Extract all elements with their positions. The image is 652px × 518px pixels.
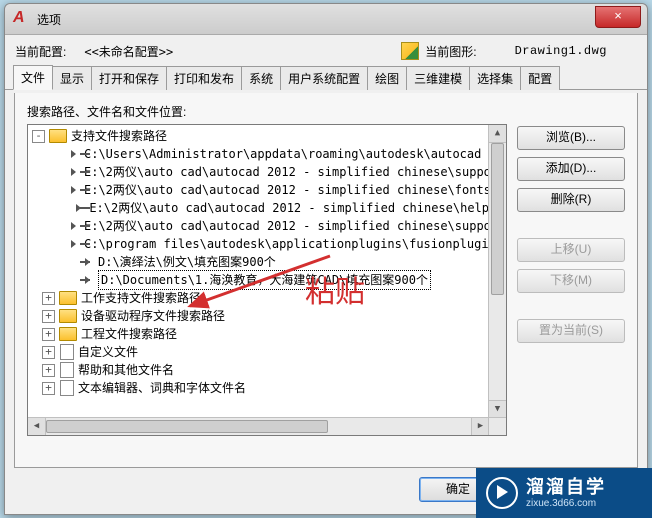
add-button[interactable]: 添加(D)...	[517, 157, 625, 181]
tab-strip: 文件 显示 打开和保存 打印和发布 系统 用户系统配置 绘图 三维建模 选择集 …	[5, 65, 647, 90]
tree-path-item[interactable]: E:\2两仪\auto cad\autocad 2012 - simplifie…	[30, 199, 489, 217]
paths-tree[interactable]: - 支持文件搜索路径 C:\Users\Administrator\appdat…	[27, 124, 507, 436]
folder-icon	[49, 129, 67, 143]
tree-label: C:\Users\Administrator\appdata\roaming\a…	[84, 145, 489, 163]
tree-node[interactable]: + 文本编辑器、词典和字体文件名	[30, 379, 489, 397]
expand-icon[interactable]: +	[42, 364, 55, 377]
app-icon: A	[13, 10, 31, 28]
scroll-down-icon[interactable]: ▼	[489, 400, 506, 418]
scroll-right-icon[interactable]: ▶	[471, 418, 489, 435]
expand-icon[interactable]: +	[42, 328, 55, 341]
tab-files[interactable]: 文件	[13, 65, 53, 90]
tree-label: D:\Documents\1.海涣教育，大海建筑CAD\填充图案900个	[98, 270, 431, 290]
browse-button[interactable]: 浏览(B)...	[517, 126, 625, 150]
expand-icon[interactable]: +	[42, 292, 55, 305]
tab-3d-modeling[interactable]: 三维建模	[406, 66, 470, 90]
close-button[interactable]: ×	[595, 6, 641, 28]
tree-node[interactable]: + 工程文件搜索路径	[30, 325, 489, 343]
tree-label: E:\2两仪\auto cad\autocad 2012 - simplifie…	[89, 199, 489, 217]
tab-open-save[interactable]: 打开和保存	[91, 66, 167, 90]
tab-panel-files: 搜索路径、文件名和文件位置: - 支持文件搜索路径 C:\Users\Admin…	[14, 93, 638, 468]
tree-label: E:\2两仪\auto cad\autocad 2012 - simplifie…	[84, 181, 489, 199]
watermark-brand: 溜溜自学	[526, 477, 606, 498]
tree-node[interactable]: + 设备驱动程序文件搜索路径	[30, 307, 489, 325]
tree-path-item[interactable]: C:\Users\Administrator\appdata\roaming\a…	[30, 145, 489, 163]
move-down-button: 下移(M)	[517, 269, 625, 293]
expand-icon[interactable]: +	[42, 310, 55, 323]
panel-heading: 搜索路径、文件名和文件位置:	[27, 103, 625, 120]
move-up-button: 上移(U)	[517, 238, 625, 262]
path-icon	[80, 276, 94, 284]
tree-node[interactable]: + 帮助和其他文件名	[30, 361, 489, 379]
scroll-left-icon[interactable]: ◀	[28, 418, 46, 435]
tree-label: 帮助和其他文件名	[78, 361, 174, 379]
scroll-thumb[interactable]	[491, 143, 504, 295]
options-dialog: A 选项 × 当前配置: <<未命名配置>> 当前图形: Drawing1.dw…	[4, 3, 648, 515]
tree-label: 工作支持文件搜索路径	[81, 289, 201, 307]
side-button-column: 浏览(B)... 添加(D)... 删除(R) 上移(U) 下移(M) 置为当前…	[517, 124, 625, 436]
play-icon	[486, 477, 518, 509]
vertical-scrollbar[interactable]: ▲ ▼	[488, 125, 506, 418]
path-icon	[80, 258, 94, 266]
watermark-url: zixue.3d66.com	[526, 498, 606, 510]
horizontal-scrollbar[interactable]: ◀ ▶	[28, 417, 489, 435]
tree-label: 文本编辑器、词典和字体文件名	[78, 379, 246, 397]
file-icon	[60, 362, 74, 378]
tab-plot[interactable]: 打印和发布	[166, 66, 242, 90]
scroll-thumb[interactable]	[46, 420, 328, 433]
file-icon	[60, 344, 74, 360]
tree-node[interactable]: + 工作支持文件搜索路径	[30, 289, 489, 307]
tree-label: 设备驱动程序文件搜索路径	[81, 307, 225, 325]
tree-path-item[interactable]: D:\演绎法\例文\填充图案900个	[30, 253, 489, 271]
tree-node[interactable]: + 自定义文件	[30, 343, 489, 361]
tree-path-item[interactable]: E:\2两仪\auto cad\autocad 2012 - simplifie…	[30, 217, 489, 235]
watermark: 溜溜自学 zixue.3d66.com	[476, 468, 652, 518]
tree-label: E:\2两仪\auto cad\autocad 2012 - simplifie…	[84, 163, 489, 181]
folder-icon	[59, 327, 77, 341]
tree-node-support-paths[interactable]: - 支持文件搜索路径	[30, 127, 489, 145]
tab-user-prefs[interactable]: 用户系统配置	[280, 66, 368, 90]
expand-icon[interactable]: +	[42, 382, 55, 395]
tree-path-item[interactable]: C:\program files\autodesk\applicationplu…	[30, 235, 489, 253]
dwg-icon	[401, 42, 419, 60]
tree-label: 工程文件搜索路径	[81, 325, 177, 343]
tree-label: 支持文件搜索路径	[71, 127, 167, 145]
client-area: 当前配置: <<未命名配置>> 当前图形: Drawing1.dwg 文件 显示…	[5, 35, 647, 514]
tab-display[interactable]: 显示	[52, 66, 92, 90]
tab-selection[interactable]: 选择集	[469, 66, 521, 90]
remove-button[interactable]: 删除(R)	[517, 188, 625, 212]
set-current-button: 置为当前(S)	[517, 319, 625, 343]
folder-icon	[59, 291, 77, 305]
tree-path-item[interactable]: E:\2两仪\auto cad\autocad 2012 - simplifie…	[30, 163, 489, 181]
tree-label: 自定义文件	[78, 343, 138, 361]
titlebar: A 选项 ×	[5, 4, 647, 35]
tree-content: - 支持文件搜索路径 C:\Users\Administrator\appdat…	[28, 125, 489, 418]
folder-icon	[59, 309, 77, 323]
scroll-corner	[488, 417, 506, 435]
profile-row: 当前配置: <<未命名配置>> 当前图形: Drawing1.dwg	[5, 35, 647, 65]
tab-system[interactable]: 系统	[241, 66, 281, 90]
file-icon	[60, 380, 74, 396]
tab-drafting[interactable]: 绘图	[367, 66, 407, 90]
tree-label: E:\2两仪\auto cad\autocad 2012 - simplifie…	[84, 217, 489, 235]
window-title: 选项	[37, 11, 61, 28]
collapse-icon[interactable]: -	[32, 130, 45, 143]
expand-icon[interactable]: +	[42, 346, 55, 359]
path-icon	[80, 204, 85, 212]
current-drawing-value: Drawing1.dwg	[515, 44, 607, 58]
tree-path-item-selected[interactable]: D:\Documents\1.海涣教育，大海建筑CAD\填充图案900个	[30, 271, 489, 289]
current-profile-label: 当前配置:	[15, 43, 66, 60]
scroll-up-icon[interactable]: ▲	[489, 125, 506, 143]
tab-profiles[interactable]: 配置	[520, 66, 560, 90]
current-drawing-label: 当前图形:	[425, 43, 476, 60]
tree-label: D:\演绎法\例文\填充图案900个	[98, 253, 276, 271]
tree-label: C:\program files\autodesk\applicationplu…	[84, 235, 489, 253]
current-profile-value: <<未命名配置>>	[84, 43, 173, 60]
tree-path-item[interactable]: E:\2两仪\auto cad\autocad 2012 - simplifie…	[30, 181, 489, 199]
